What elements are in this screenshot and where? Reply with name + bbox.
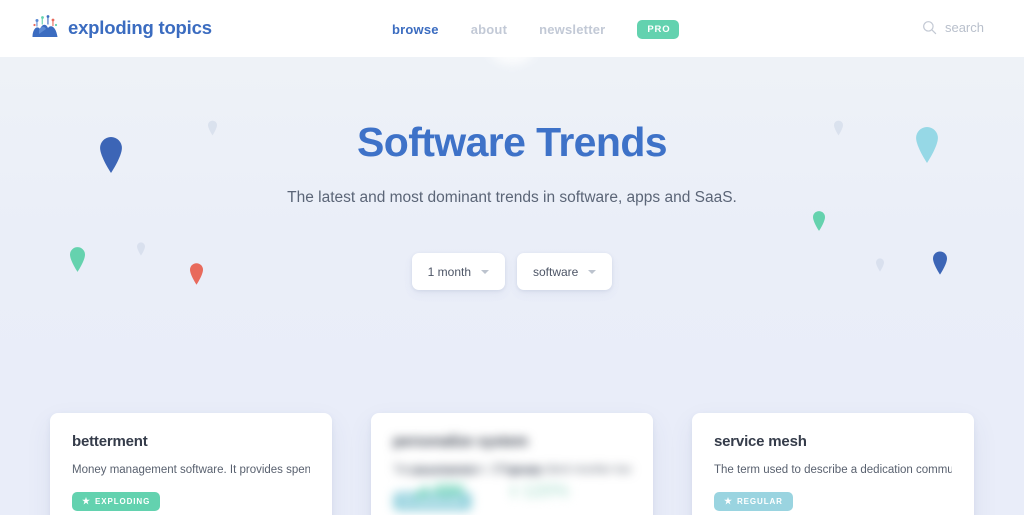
page-subtitle: The latest and most dominant trends in s… [287,189,737,206]
trend-card-title: service mesh [714,433,807,450]
page-title: Software Trends [357,119,668,165]
arrow-up-icon [509,485,519,499]
timeframe-filter-value: 1 month [427,264,471,279]
site-header: exploding topics browse about newsletter… [0,0,1024,57]
trend-card-stat: growth 120% [509,466,569,503]
category-filter-button[interactable]: software [517,253,613,290]
trend-card[interactable]: service mesh The term used to describe a … [692,413,974,515]
trend-card-description: The term used to describe a dedication c… [714,464,952,476]
trend-card[interactable]: betterment Money management software. It … [50,413,332,515]
category-filter-value: software [533,264,579,279]
chevron-down-icon [481,269,489,274]
nav-pro-badge[interactable]: PRO [637,20,680,39]
hero-section: Software Trends The latest and most domi… [0,57,1024,515]
trend-card[interactable]: personalize system Target automation. Eff… [371,413,653,515]
site-logo[interactable]: exploding topics [30,13,212,43]
trend-card-stat-number: 48K [432,480,466,502]
chevron-down-icon [588,269,597,274]
trend-card-content: service mesh The term used to describe a … [714,433,952,511]
search-control[interactable]: search [922,20,984,35]
trend-card-badge: REGULAR [714,491,793,511]
search-icon [923,21,937,35]
hero-notch [485,57,539,65]
balloon-icon [813,211,825,231]
star-icon [82,497,90,505]
trend-card-badge-label: REGULAR [737,496,783,506]
filter-bar: 1 month software [0,253,1024,290]
star-icon [403,497,411,505]
trend-card-title: personalize system [393,433,528,450]
trend-card-stat-label: growth [509,465,542,477]
nav-item-browse[interactable]: browse [392,22,439,37]
trend-card-content: betterment Money management software. It … [72,433,310,511]
exploding-logo-icon [32,15,58,37]
trend-card-content: personalize system Target automation. Eff… [393,433,631,511]
main-nav: browse about newsletter PRO [392,20,680,39]
trend-card-description: Money management software. It provides s… [72,464,310,476]
trend-card-list: betterment Money management software. It … [0,413,1024,515]
trend-card-badge-label: EXPLODING [95,496,151,506]
trend-card-stat: searches/mo 48K [415,466,475,503]
trend-card-stats: searches/mo 48K growth 120% [415,466,569,503]
trend-card-stat-value: 120% [509,481,569,503]
search-label: search [944,20,984,35]
timeframe-filter-button[interactable]: 1 month [411,253,505,290]
trend-card-stat-label: searches/mo [415,465,476,477]
bar-chart-icon [415,485,428,499]
star-icon [724,497,732,505]
trend-card-stat-value: 48K [415,481,475,503]
nav-item-about[interactable]: about [471,22,507,37]
trend-card-stat-number: 120% [522,480,570,502]
nav-item-newsletter[interactable]: newsletter [539,22,605,37]
logo-text: exploding topics [68,17,212,38]
trend-card-badge: EXPLODING [72,491,161,511]
trend-card-title: betterment [72,433,148,450]
